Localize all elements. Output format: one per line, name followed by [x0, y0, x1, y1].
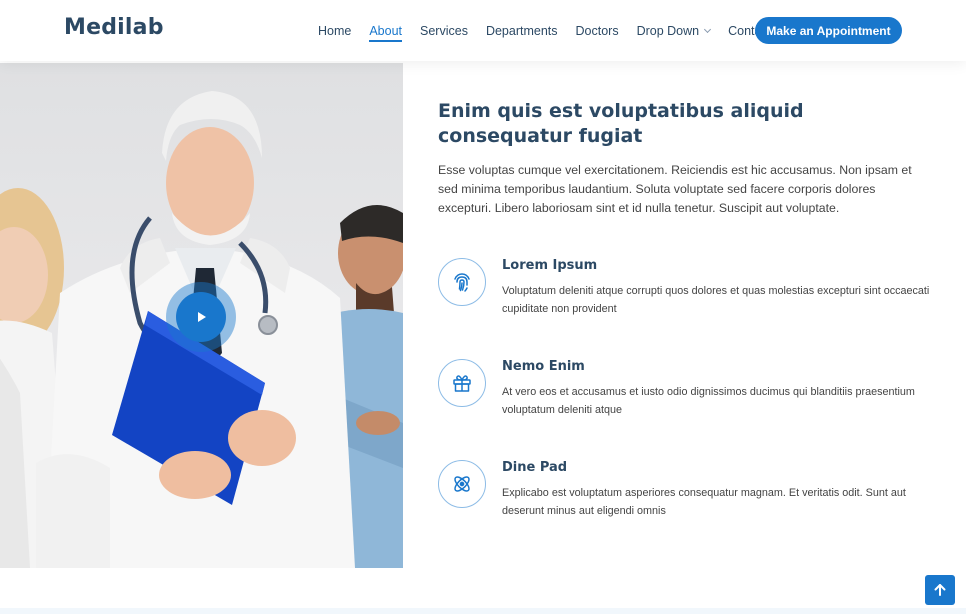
feature-desc: At vero eos et accusamus et iusto odio d… — [502, 386, 915, 416]
fingerprint-icon — [454, 273, 470, 292]
nav-home[interactable]: Home — [318, 0, 351, 61]
play-icon — [198, 312, 206, 322]
play-button[interactable] — [176, 292, 226, 342]
main-nav: Home About Services Departments Doctors … — [318, 0, 789, 61]
gift-icon — [453, 375, 471, 392]
feature-icon-circle — [438, 258, 486, 306]
logo[interactable]: Medilab — [64, 15, 164, 40]
feature-icon-circle — [438, 359, 486, 407]
chevron-down-icon — [704, 25, 712, 33]
feature-title[interactable]: Dine Pad — [502, 460, 567, 475]
nav-departments[interactable]: Departments — [486, 0, 558, 61]
next-section-strip — [0, 608, 966, 614]
scroll-top-button[interactable] — [925, 575, 955, 605]
feature-title[interactable]: Lorem Ipsum — [502, 258, 597, 273]
feature-desc: Explicabo est voluptatum asperiores cons… — [502, 487, 906, 517]
about-title: Enim quis est voluptatibus aliquid conse… — [438, 100, 804, 147]
feature-icon-circle — [438, 460, 486, 508]
atom-icon — [454, 476, 470, 492]
about-intro: Esse voluptas cumque vel exercitationem.… — [438, 163, 912, 215]
arrow-up-icon — [934, 584, 946, 596]
nav-about[interactable]: About — [369, 0, 402, 61]
nav-services[interactable]: Services — [420, 0, 468, 61]
doctors-image — [0, 63, 403, 568]
feature-title[interactable]: Nemo Enim — [502, 359, 585, 374]
nav-dropdown-label: Drop Down — [636, 23, 700, 38]
nav-doctors[interactable]: Doctors — [576, 0, 619, 61]
nav-dropdown[interactable]: Drop Down — [636, 0, 712, 61]
site-header: Medilab Home About Services Departments … — [0, 0, 966, 61]
appointment-button[interactable]: Make an Appointment — [755, 17, 902, 44]
feature-desc: Voluptatum deleniti atque corrupti quos … — [502, 285, 930, 315]
